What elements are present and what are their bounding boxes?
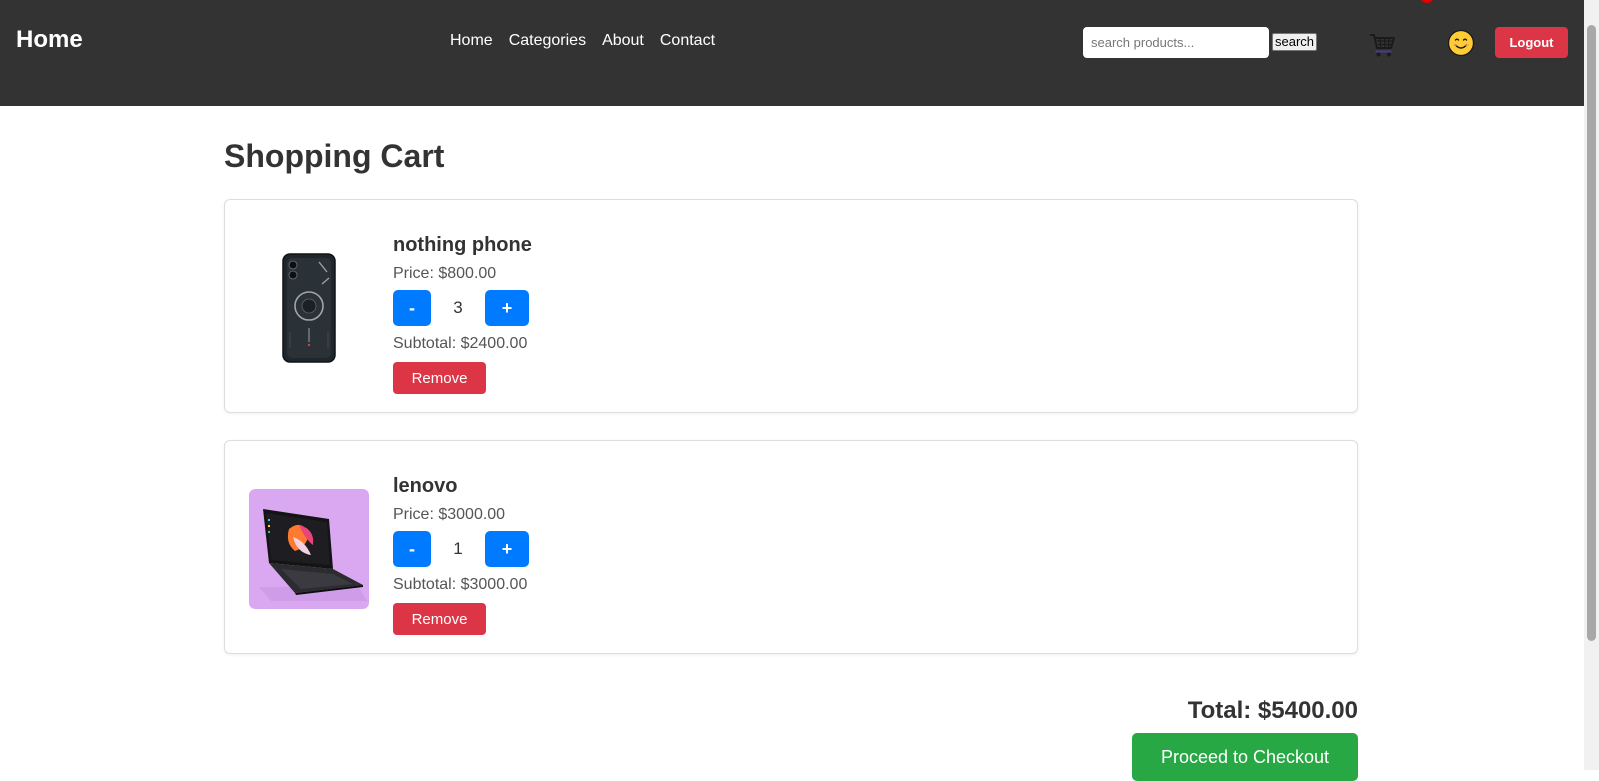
- quantity-value: 3: [453, 298, 463, 317]
- item-info: nothing phone Price: $800.00 - 3 + Subto…: [393, 232, 532, 394]
- search-button[interactable]: search: [1272, 33, 1318, 51]
- brand-home-link[interactable]: Home: [16, 26, 83, 54]
- item-subtotal: Subtotal: $3000.00: [393, 576, 528, 593]
- item-subtotal: Subtotal: $2400.00: [393, 335, 528, 352]
- smiley-face-icon[interactable]: [1447, 29, 1475, 57]
- scrollbar[interactable]: [1584, 0, 1599, 770]
- cart-count-badge: [1420, 0, 1434, 3]
- item-info: lenovo Price: $3000.00 - 1 + Subtotal: $…: [393, 473, 529, 635]
- item-price: Price: $3000.00: [393, 506, 506, 523]
- increase-quantity-button[interactable]: +: [485, 531, 529, 567]
- shopping-cart-icon[interactable]: [1368, 30, 1396, 58]
- decrease-quantity-button[interactable]: -: [393, 290, 431, 326]
- nav-link-about[interactable]: About: [602, 32, 644, 50]
- search-input[interactable]: [1083, 27, 1269, 58]
- remove-item-button[interactable]: Remove: [393, 362, 486, 394]
- nav-link-categories[interactable]: Categories: [509, 32, 586, 50]
- cart-item: nothing phone Price: $800.00 - 3 + Subto…: [224, 199, 1358, 413]
- nav-link-home[interactable]: Home: [450, 32, 493, 50]
- item-name: nothing phone: [393, 234, 532, 256]
- cart-item: lenovo Price: $3000.00 - 1 + Subtotal: $…: [224, 440, 1358, 654]
- page-title: Shopping Cart: [224, 138, 445, 174]
- nav-links: Home Categories About Contact: [450, 32, 715, 50]
- quantity-stepper: - 3 +: [393, 290, 529, 326]
- scrollbar-thumb[interactable]: [1587, 25, 1596, 641]
- remove-item-button[interactable]: Remove: [393, 603, 486, 635]
- product-image-laptop: [249, 489, 369, 609]
- cart-total: Total: $5400.00: [1187, 697, 1358, 724]
- quantity-value: 1: [453, 539, 463, 558]
- product-image-phone: [282, 248, 336, 368]
- navbar: Home Home Categories About Contact searc…: [0, 0, 1584, 106]
- item-name: lenovo: [393, 475, 458, 497]
- logout-button[interactable]: Logout: [1495, 27, 1568, 58]
- item-price: Price: $800.00: [393, 265, 497, 282]
- checkout-button[interactable]: Proceed to Checkout: [1132, 733, 1358, 781]
- decrease-quantity-button[interactable]: -: [393, 531, 431, 567]
- increase-quantity-button[interactable]: +: [485, 290, 529, 326]
- nav-link-contact[interactable]: Contact: [660, 32, 715, 50]
- quantity-stepper: - 1 +: [393, 531, 529, 567]
